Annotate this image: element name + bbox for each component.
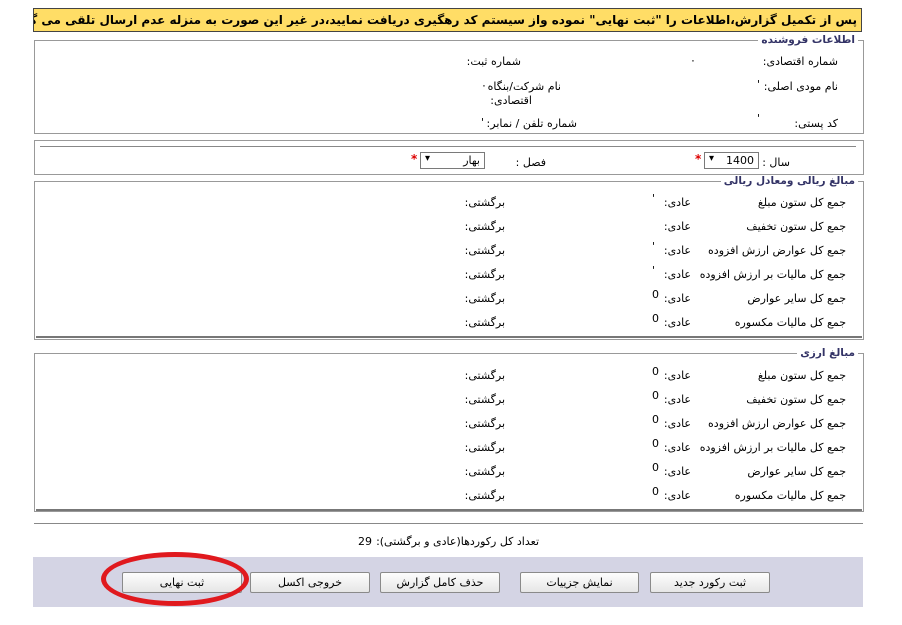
foreign-amounts-legend: مبالغ ارزی xyxy=(797,347,858,359)
rial-row-label: جمع کل ستون تخفیف xyxy=(746,220,846,233)
foreign-row-label: جمع کل مالیات بر ارزش افزوده xyxy=(699,441,846,454)
rial-return-label: برگشتی: xyxy=(464,220,505,233)
foreign-return-label: برگشتی: xyxy=(464,393,505,406)
rial-normal-label: عادی: xyxy=(663,220,691,233)
rial-normal-value: ' xyxy=(652,192,656,205)
season-select[interactable]: بهار ▾ xyxy=(420,152,485,169)
foreign-row-label: جمع کل سایر عوارض xyxy=(747,465,846,478)
rial-row-label: جمع کل سایر عوارض xyxy=(747,292,846,305)
show-details-button[interactable]: نمایش جزییات xyxy=(520,572,639,593)
seller-info-panel xyxy=(34,40,864,134)
rial-row-label: جمع کل عوارض ارزش افزوده xyxy=(708,244,846,257)
registration-number-label: شماره ثبت: xyxy=(466,55,521,68)
rial-normal-label: عادی: xyxy=(663,268,691,281)
new-record-button[interactable]: ثبت رکورد جدید xyxy=(650,572,770,593)
foreign-row-label: جمع کل ستون مبلغ xyxy=(757,369,846,382)
foreign-normal-value: 0 xyxy=(652,413,659,426)
rial-return-label: برگشتی: xyxy=(464,268,505,281)
postal-code-label: کد پستی: xyxy=(794,117,838,130)
foreign-normal-value: 0 xyxy=(652,485,659,498)
rial-normal-label: عادی: xyxy=(663,244,691,257)
record-count-value: 29 xyxy=(358,535,372,548)
foreign-normal-label: عادی: xyxy=(663,417,691,430)
foreign-normal-value: 0 xyxy=(652,461,659,474)
season-required-mark: * xyxy=(411,152,418,166)
foreign-return-label: برگشتی: xyxy=(464,465,505,478)
period-divider xyxy=(40,146,856,147)
foreign-return-label: برگشتی: xyxy=(464,369,505,382)
economic-code-label: شماره اقتصادی: xyxy=(762,55,838,68)
phone-fax-label: شماره تلفن / نمابر: xyxy=(486,117,577,130)
chevron-down-icon: ▾ xyxy=(709,153,715,164)
foreign-normal-label: عادی: xyxy=(663,393,691,406)
foreign-row-label: جمع کل مالیات مکسوره xyxy=(734,489,846,502)
rial-return-label: برگشتی: xyxy=(464,316,505,329)
rial-normal-value: ' xyxy=(652,264,656,277)
rial-row-label: جمع کل مالیات بر ارزش افزوده xyxy=(699,268,846,281)
year-required-mark: * xyxy=(695,152,702,166)
foreign-return-label: برگشتی: xyxy=(464,489,505,502)
foreign-return-label: برگشتی: xyxy=(464,441,505,454)
foreign-row-label: جمع کل ستون تخفیف xyxy=(746,393,846,406)
company-name-label: نام شرکت/بنگاه xyxy=(487,80,561,93)
seller-info-legend: اطلاعات فروشنده xyxy=(758,34,858,46)
warning-banner: پس از تکمیل گزارش،اطلاعات را "ثبت نهایی"… xyxy=(33,8,862,32)
economic-code-value: ٠ xyxy=(690,54,696,67)
taxpayer-name-value: ' xyxy=(757,78,761,91)
postal-code-value: ' xyxy=(757,112,761,125)
rial-normal-label: عادی: xyxy=(663,316,691,329)
rial-normal-value: 0 xyxy=(652,288,659,301)
rial-amounts-legend: مبالغ ریالی ومعادل ریالی xyxy=(720,175,858,187)
foreign-normal-label: عادی: xyxy=(663,369,691,382)
rial-return-label: برگشتی: xyxy=(464,244,505,257)
rial-row-label: جمع کل ستون مبلغ xyxy=(757,196,846,209)
rial-row-label: جمع کل مالیات مکسوره xyxy=(734,316,846,329)
season-label: فصل : xyxy=(515,156,546,169)
rial-return-label: برگشتی: xyxy=(464,196,505,209)
season-select-value: بهار xyxy=(463,154,480,167)
company-name-label-cont: اقتصادی: xyxy=(490,94,532,107)
company-name-value: ٠ xyxy=(481,79,487,92)
foreign-return-label: برگشتی: xyxy=(464,417,505,430)
rial-normal-label: عادی: xyxy=(663,196,691,209)
year-select-value: 1400 xyxy=(726,154,754,167)
year-select[interactable]: 1400 ▾ xyxy=(704,152,759,169)
excel-export-button[interactable]: خروجی اکسل xyxy=(250,572,370,593)
foreign-bottom-divider xyxy=(36,509,862,511)
foreign-normal-value: 0 xyxy=(652,365,659,378)
foreign-normal-label: عادی: xyxy=(663,489,691,502)
foreign-normal-label: عادی: xyxy=(663,465,691,478)
chevron-down-icon: ▾ xyxy=(425,153,431,164)
highlight-ring xyxy=(101,552,249,606)
rial-normal-value: 0 xyxy=(652,312,659,325)
foreign-normal-value: 0 xyxy=(652,437,659,450)
foreign-normal-label: عادی: xyxy=(663,441,691,454)
record-count-label: تعداد کل رکوردها(عادی و برگشتی): xyxy=(376,535,539,548)
foreign-row-label: جمع کل عوارض ارزش افزوده xyxy=(708,417,846,430)
delete-report-button[interactable]: حذف کامل گزارش xyxy=(380,572,500,593)
phone-fax-value: ' xyxy=(481,116,485,129)
rial-normal-label: عادی: xyxy=(663,292,691,305)
rial-return-label: برگشتی: xyxy=(464,292,505,305)
foreign-normal-value: 0 xyxy=(652,389,659,402)
records-divider xyxy=(34,523,863,524)
taxpayer-name-label: نام مودی اصلی: xyxy=(763,80,838,93)
year-label: سال : xyxy=(762,156,790,169)
rial-bottom-divider xyxy=(36,336,862,338)
rial-normal-value: ' xyxy=(652,240,656,253)
